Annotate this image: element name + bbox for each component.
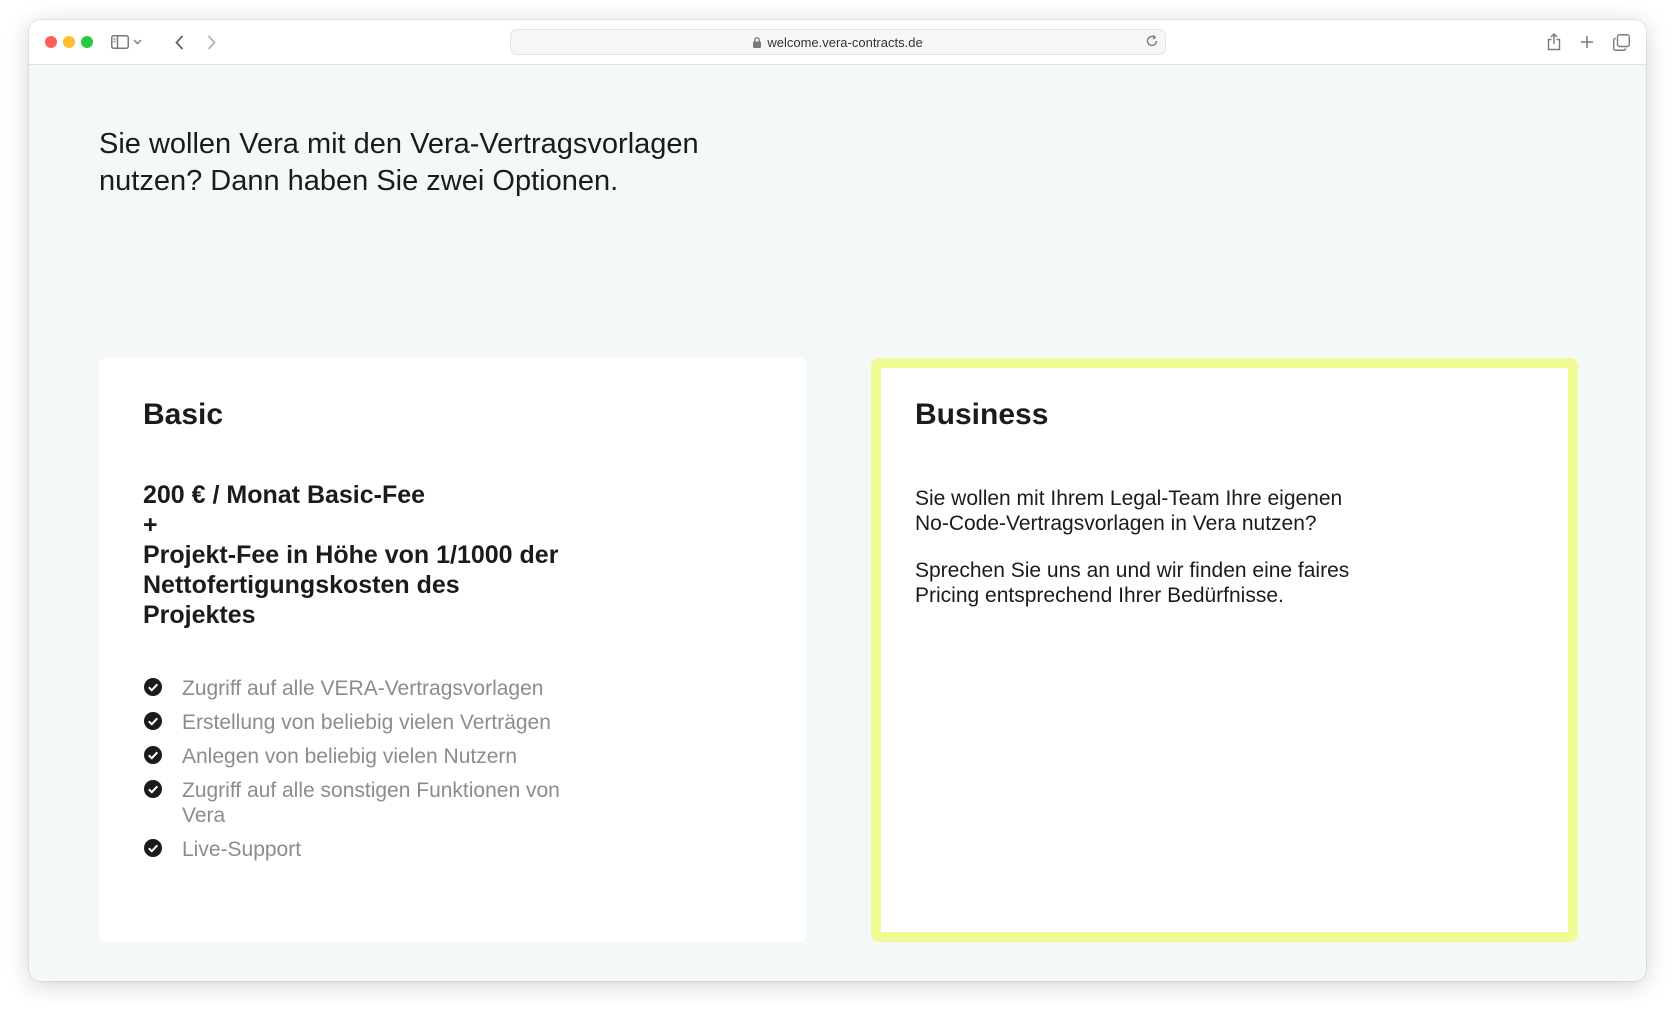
minimize-window-button[interactable]: [63, 36, 75, 48]
project-fee-line: Projekt-Fee in Höhe von 1/1000 der Netto…: [143, 541, 559, 629]
feature-item: Anlegen von beliebig vielen Nutzern: [143, 744, 603, 769]
business-plan-description: Sie wollen mit Ihrem Legal-Team Ihre eig…: [915, 486, 1355, 630]
headline-line-1: Sie wollen Vera mit den Vera-Vertragsvor…: [99, 128, 699, 160]
zoom-window-button[interactable]: [81, 36, 93, 48]
address-bar[interactable]: welcome.vera-contracts.de: [510, 29, 1166, 55]
browser-toolbar: welcome.vera-contracts.de: [29, 20, 1646, 65]
page-headline: Sie wollen Vera mit den Vera-Vertragsvor…: [99, 126, 799, 200]
check-circle-icon: [144, 839, 162, 857]
basic-feature-list: Zugriff auf alle VERA-Vertragsvorlagen E…: [143, 676, 603, 871]
chevron-down-icon[interactable]: [130, 30, 144, 54]
feature-item: Zugriff auf alle VERA-Vertragsvorlagen: [143, 676, 603, 701]
check-circle-icon: [144, 678, 162, 696]
forward-arrow-icon[interactable]: [199, 30, 223, 54]
business-paragraph-1: Sie wollen mit Ihrem Legal-Team Ihre eig…: [915, 487, 1343, 535]
feature-label: Anlegen von beliebig vielen Nutzern: [182, 745, 518, 768]
feature-item: Erstellung von beliebig vielen Verträgen: [143, 710, 603, 735]
check-circle-icon: [144, 780, 162, 798]
sidebar-icon[interactable]: [108, 30, 132, 54]
back-arrow-icon[interactable]: [167, 30, 191, 54]
business-paragraph-2: Sprechen Sie uns an und wir finden eine …: [915, 559, 1350, 607]
close-window-button[interactable]: [45, 36, 57, 48]
basic-fee-line: 200 € / Monat Basic-Fee: [143, 481, 426, 509]
business-plan-title: Business: [915, 398, 1049, 431]
feature-label: Erstellung von beliebig vielen Verträgen: [182, 711, 551, 734]
plus-icon[interactable]: [1575, 30, 1599, 54]
basic-plan-title: Basic: [143, 398, 224, 431]
business-plan-card: Business Sie wollen mit Ihrem Legal-Team…: [871, 358, 1578, 942]
check-circle-icon: [144, 712, 162, 730]
basic-plan-price: 200 € / Monat Basic-Fee + Projekt-Fee in…: [143, 480, 563, 630]
check-circle-icon: [144, 746, 162, 764]
page-content: Sie wollen Vera mit den Vera-Vertragsvor…: [29, 66, 1646, 981]
feature-item: Zugriff auf alle sonstigen Funktionen vo…: [143, 778, 603, 828]
share-icon[interactable]: [1542, 30, 1566, 54]
headline-line-2: nutzen? Dann haben Sie zwei Optionen.: [99, 165, 619, 197]
feature-label: Zugriff auf alle VERA-Vertragsvorlagen: [182, 677, 544, 700]
feature-label: Zugriff auf alle sonstigen Funktionen vo…: [182, 779, 560, 827]
tabs-overview-icon[interactable]: [1609, 30, 1633, 54]
reload-icon[interactable]: [1145, 34, 1159, 48]
url-text: welcome.vera-contracts.de: [767, 34, 923, 50]
browser-window: welcome.vera-contracts.de Sie wollen Ver…: [29, 20, 1646, 981]
feature-item: Live-Support: [143, 837, 603, 862]
plus-line: +: [143, 511, 158, 539]
lock-icon: [753, 36, 762, 48]
feature-label: Live-Support: [182, 838, 302, 861]
basic-plan-card: Basic 200 € / Monat Basic-Fee + Projekt-…: [99, 358, 806, 942]
